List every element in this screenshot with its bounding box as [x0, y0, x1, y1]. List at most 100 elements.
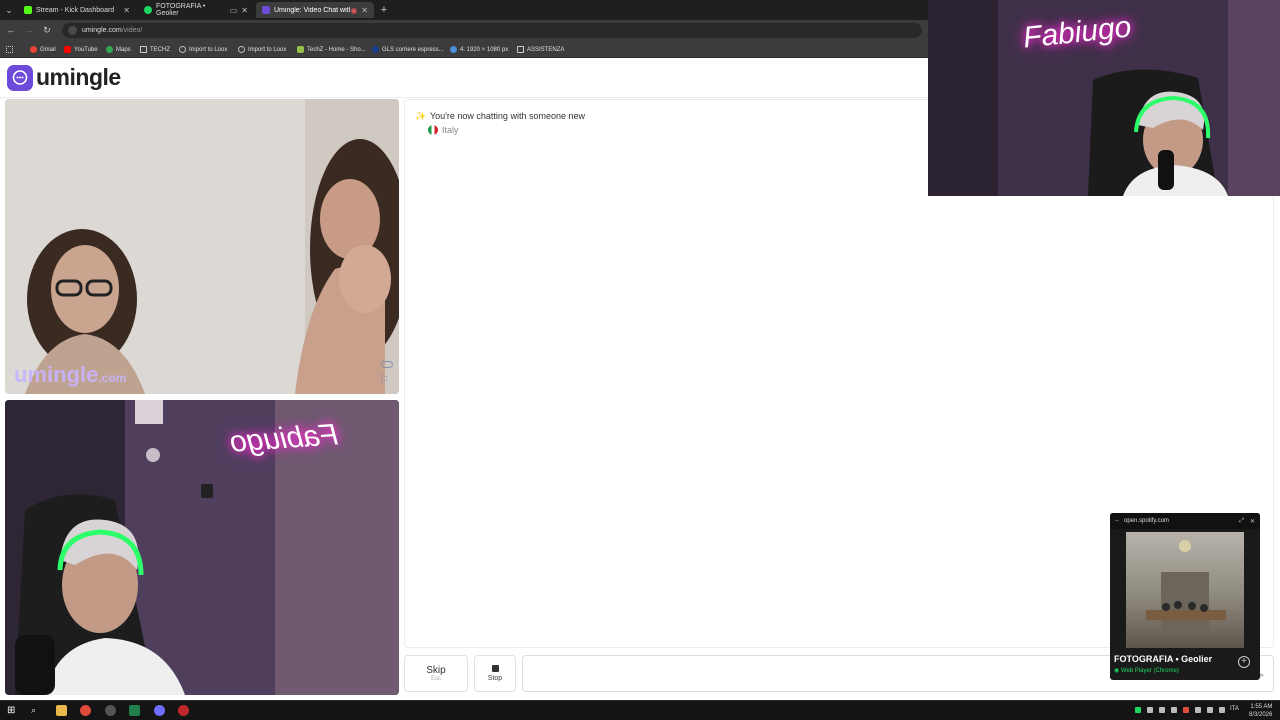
bookmark-youtube[interactable]: YouTube — [64, 44, 98, 55]
plus-icon[interactable]: + — [378, 4, 390, 16]
reload-icon[interactable]: ↻ — [41, 24, 53, 36]
watermark-main: umingle — [14, 362, 99, 387]
clock-date: 8/3/2026 — [1249, 712, 1273, 718]
tab-media-icon: ▭ — [229, 5, 238, 15]
bookmark-gmail[interactable]: Gmail — [30, 44, 56, 55]
close-tab-icon[interactable]: ✕ — [123, 6, 130, 15]
volume-icon[interactable] — [1219, 707, 1225, 713]
mini-player-titlebar: ⇔ open.spotify.com ⤢ ✕ — [1110, 513, 1260, 529]
close-icon[interactable]: ✕ — [1250, 518, 1255, 525]
umingle-icon — [262, 6, 270, 14]
bookmark-techz[interactable]: TECHZ — [140, 44, 170, 55]
maps-icon — [106, 46, 113, 53]
apps-grid-icon[interactable] — [6, 44, 13, 55]
tab-title: FOTOGRAFIA • Geolier — [156, 3, 206, 17]
bookmark-label: GLS corriere espress... — [382, 46, 444, 53]
folder-icon — [140, 46, 147, 53]
country-label: Italy — [442, 125, 459, 135]
back-icon[interactable]: ← — [5, 24, 17, 36]
site-info-icon[interactable] — [68, 26, 77, 35]
tray-app-icon[interactable] — [1171, 707, 1177, 713]
obs-icon[interactable] — [105, 705, 116, 716]
tab-spotify[interactable]: FOTOGRAFIA • Geolier ▭ ✕ — [138, 2, 254, 18]
stranger-video-scene — [5, 99, 399, 394]
chat-bubble-icon — [12, 70, 28, 85]
tab-kick-dashboard[interactable]: Stream - Kick Dashboard ✕ — [18, 2, 136, 18]
spotify-icon — [144, 6, 152, 14]
shopify-icon — [297, 46, 304, 53]
umingle-watermark: umingle.com — [14, 362, 126, 388]
bookmark-assistenza[interactable]: ASSISTENZA — [517, 44, 564, 55]
language-indicator[interactable]: ITA — [1230, 706, 1239, 712]
spotify-mini-player: ⇔ open.spotify.com ⤢ ✕ FOTOGRAFIA • Geol… — [1110, 513, 1260, 680]
tab-umingle[interactable]: Umingle: Video Chat with S ◉ ✕ — [256, 2, 374, 18]
youtube-icon — [64, 46, 71, 53]
italy-flag-icon — [428, 125, 438, 135]
site-header — [0, 58, 928, 98]
close-tab-icon[interactable]: ✕ — [241, 6, 248, 15]
tray-app-icon[interactable] — [1147, 707, 1153, 713]
expand-icon[interactable]: ⤢ — [1239, 518, 1244, 525]
device-label: ◉ Web Player (Chrome) — [1114, 667, 1179, 674]
bookmark-label: Maps — [116, 46, 131, 53]
chat-country: Italy — [428, 125, 459, 135]
recorder-icon[interactable] — [178, 705, 189, 716]
bookmark-import-loox-2[interactable]: Import to Loox — [238, 44, 286, 55]
file-explorer-icon[interactable] — [56, 705, 67, 716]
url-input[interactable]: umingle.com/video/ — [62, 23, 922, 38]
sparkle-icon: ✨ — [415, 111, 427, 121]
device-text: Web Player (Chrome) — [1120, 668, 1179, 674]
player-host: open.spotify.com — [1124, 518, 1169, 524]
album-art-scene — [1146, 540, 1226, 632]
bookmark-resolution[interactable]: 4: 1920 × 1080 px — [450, 44, 508, 55]
tray-app-icon[interactable] — [1159, 707, 1165, 713]
bookmark-label: Import to Loox — [189, 46, 228, 53]
search-icon[interactable]: ⌕ — [31, 705, 42, 716]
tray-app-icon[interactable] — [1135, 707, 1141, 713]
windows-taskbar: ⊞ ⌕ ITA 1:55 AM 8/3/2026 — [0, 700, 1280, 720]
windows-start-icon[interactable]: ⊞ — [7, 705, 18, 716]
add-to-library-icon[interactable]: + — [1238, 656, 1250, 668]
drag-handle-icon[interactable]: ⇔ — [1114, 518, 1120, 524]
kick-icon — [24, 6, 32, 14]
close-tab-icon[interactable]: ✕ — [361, 6, 368, 15]
tab-title: Umingle: Video Chat with S — [274, 6, 350, 14]
speaker-icon: ◉ — [1114, 668, 1121, 674]
tab-list-dropdown-icon[interactable]: ⌄ — [3, 4, 15, 16]
self-video-scene — [5, 400, 399, 695]
report-flag-icon[interactable]: ⚐ — [379, 373, 389, 386]
streamer-webcam-overlay: Fabiugo — [928, 0, 1280, 196]
clock[interactable]: 1:55 AM 8/3/2026 — [1249, 703, 1272, 719]
gmail-icon — [30, 46, 37, 53]
recording-icon: ◉ — [350, 5, 358, 15]
bookmark-label: Import to Loox — [248, 46, 287, 53]
bookmark-maps[interactable]: Maps — [106, 44, 131, 55]
stop-icon — [491, 665, 499, 672]
discord-icon[interactable] — [154, 705, 165, 716]
globe-icon — [238, 46, 245, 53]
album-art — [1126, 532, 1244, 648]
skip-label: Skip — [426, 665, 446, 676]
url-path: /video/ — [121, 27, 143, 34]
logo-text[interactable]: umingle — [36, 64, 121, 91]
skip-hint: Esc — [430, 676, 441, 682]
bookmark-import-loox-1[interactable]: Import to Loox — [179, 44, 227, 55]
bookmark-label: TECHZ — [150, 46, 170, 53]
bookmark-label: TechZ - Home - Sho... — [307, 46, 366, 53]
bookmark-label: ASSISTENZA — [527, 46, 565, 53]
network-icon[interactable] — [1207, 707, 1213, 713]
forward-icon[interactable]: → — [23, 24, 35, 36]
stop-label: Stop — [487, 675, 503, 682]
infinity-icon — [381, 361, 393, 368]
mic-icon[interactable] — [1195, 707, 1201, 713]
app-icon[interactable] — [129, 705, 140, 716]
bookmark-techz-shop[interactable]: TechZ - Home - Sho... — [297, 44, 366, 55]
chrome-icon[interactable] — [80, 705, 91, 716]
umingle-logo-icon[interactable] — [7, 65, 33, 91]
stranger-video: umingle.com ⚐ — [5, 99, 399, 394]
tray-app-icon[interactable] — [1183, 707, 1189, 713]
bookmark-gls[interactable]: GLS corriere espress... — [372, 44, 444, 55]
skip-button[interactable]: Skip Esc — [404, 655, 468, 692]
self-video: Fabiugo — [5, 400, 399, 695]
stop-button[interactable]: Stop — [474, 655, 516, 692]
